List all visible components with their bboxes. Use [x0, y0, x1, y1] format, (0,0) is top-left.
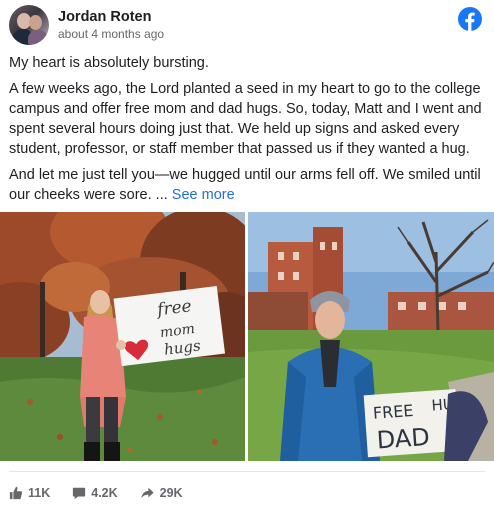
post-paragraph-last: And let me just tell you—we hugged until… [9, 165, 487, 205]
share-arrow-icon [141, 487, 154, 499]
comment-bubble-icon [73, 487, 86, 500]
comments-stat[interactable]: 4.2K [72, 486, 118, 500]
facebook-logo-icon[interactable] [458, 7, 482, 31]
avatar[interactable] [9, 5, 49, 45]
photo-dad-hugs[interactable]: FREE DAD HUGS [248, 212, 494, 461]
photo-mom-hugs[interactable]: free mom hugs [0, 212, 245, 461]
post-paragraph: A few weeks ago, the Lord planted a seed… [9, 81, 482, 157]
post-paragraph-text: And let me just tell you—we hugged until… [9, 167, 481, 203]
post-paragraph: My heart is absolutely bursting. [9, 55, 209, 71]
post-timestamp[interactable]: about 4 months ago [58, 27, 164, 41]
photo-grid: free mom hugs FREE DAD [0, 212, 494, 461]
author-name[interactable]: Jordan Roten [58, 9, 151, 25]
shares-stat[interactable]: 29K [140, 486, 183, 500]
right-sign-word-dad: DAD [376, 423, 431, 455]
thumbs-up-icon [9, 486, 23, 500]
stats-divider [9, 471, 485, 472]
likes-count: 11K [28, 486, 51, 500]
right-sign-word-free: FREE [372, 401, 414, 423]
shares-count: 29K [159, 486, 183, 500]
comments-count: 4.2K [91, 486, 118, 500]
post-body: My heart is absolutely bursting. A few w… [9, 53, 487, 211]
see-more-link[interactable]: See more [172, 187, 235, 203]
post-header: Jordan Roten about 4 months ago [9, 5, 485, 45]
engagement-stats: 11K 4.2K 29K [9, 484, 205, 502]
likes-stat[interactable]: 11K [9, 486, 50, 500]
